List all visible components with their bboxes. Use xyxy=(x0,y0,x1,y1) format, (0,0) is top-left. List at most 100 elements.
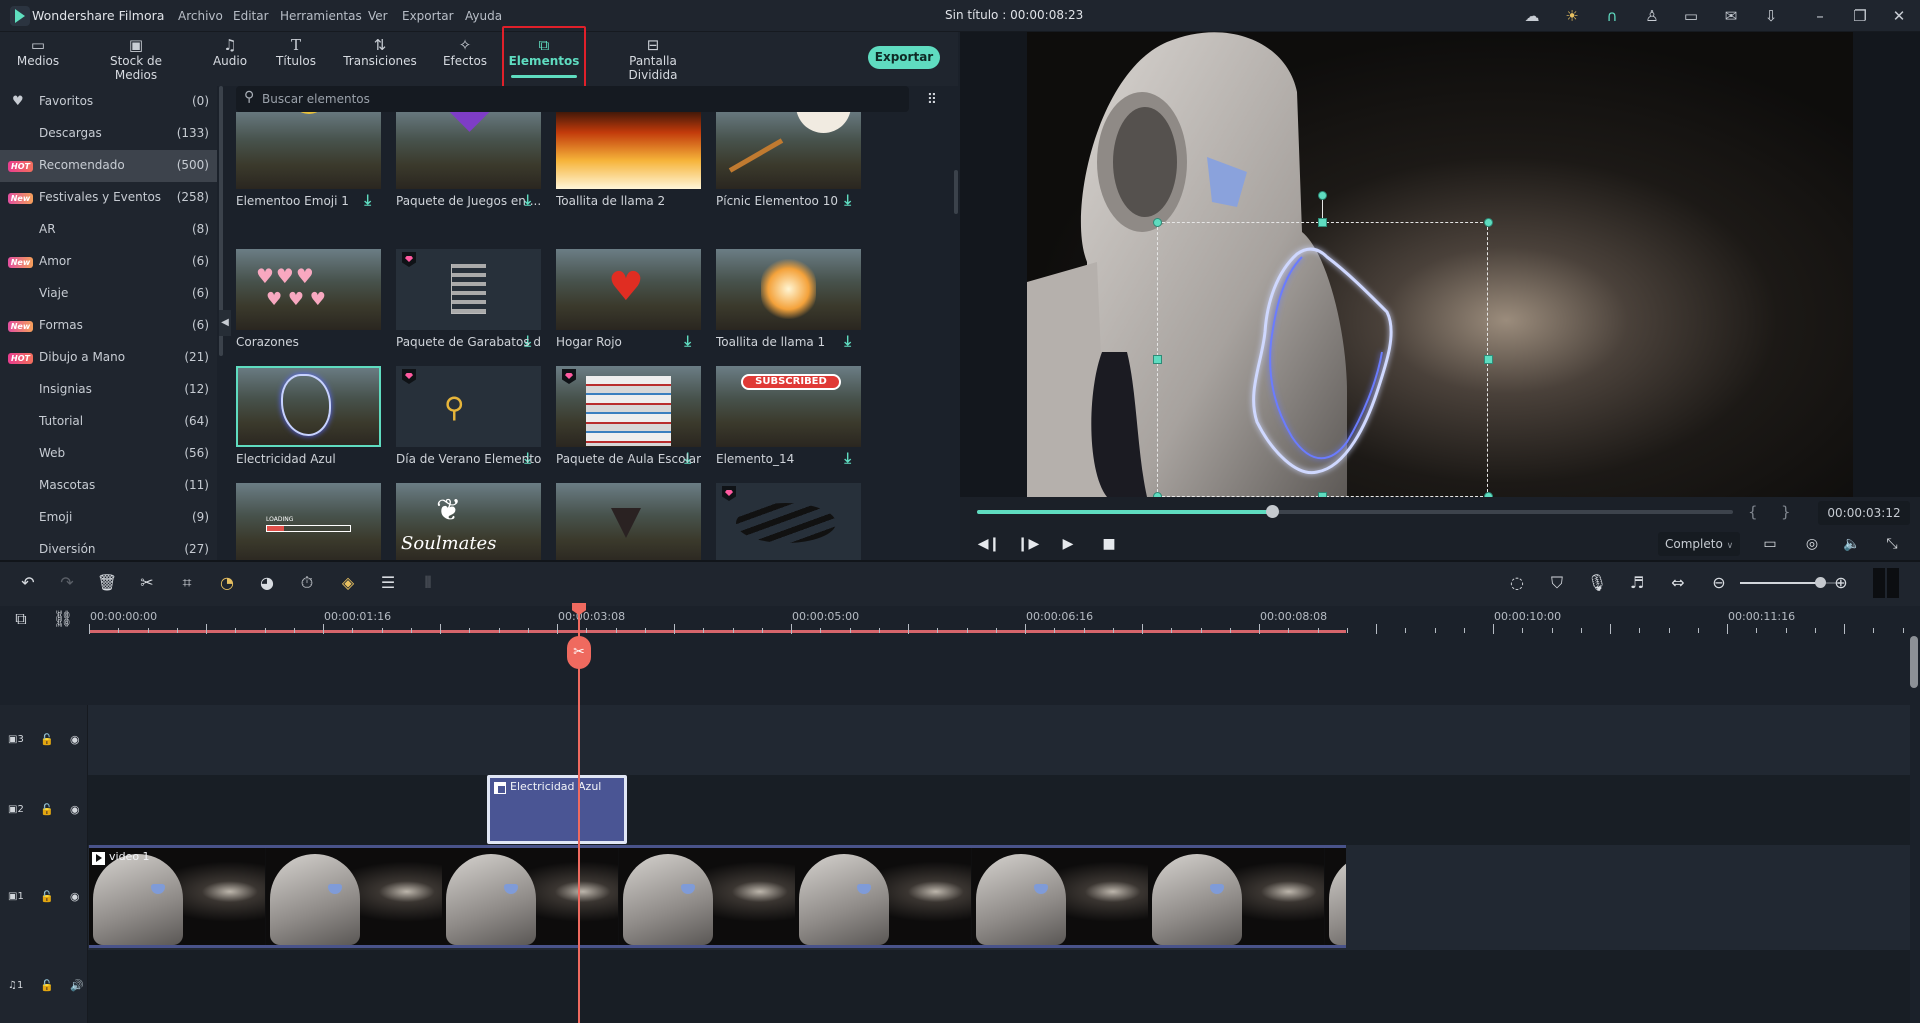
export-button[interactable]: Exportar xyxy=(868,46,940,69)
cloud-icon[interactable]: ☁ xyxy=(1521,6,1543,26)
lightbulb-icon[interactable]: ☀ xyxy=(1561,6,1583,26)
tab-audio[interactable]: ♫ Audio xyxy=(206,32,254,86)
snapshot-icon[interactable]: ◎ xyxy=(1800,532,1824,556)
collapse-sidebar-button[interactable]: ◀ xyxy=(219,310,231,336)
stop-button[interactable]: ■ xyxy=(1097,534,1121,554)
lock-icon[interactable]: 🔓 xyxy=(40,733,54,746)
sidebar-item-festivales-y-eventos[interactable]: New Festivales y Eventos (258) xyxy=(0,182,217,214)
preview-progress-knob[interactable] xyxy=(1265,505,1279,518)
resize-handle-top-left[interactable] xyxy=(1153,218,1162,227)
element-card[interactable]: Electricidad Azul xyxy=(236,366,381,473)
sidebar-item-web[interactable]: Web (56) xyxy=(0,438,217,470)
quality-dropdown[interactable]: Completo ∨ xyxy=(1658,532,1740,556)
menu-exportar[interactable]: Exportar xyxy=(402,9,454,23)
delete-icon[interactable]: 🗑 xyxy=(94,570,120,596)
element-card[interactable]: Toallita de llama 2 xyxy=(556,112,701,215)
sidebar-item-formas[interactable]: New Formas (6) xyxy=(0,310,217,342)
element-card[interactable]: ⤓ Paquete de Juegos en ... xyxy=(396,112,541,215)
element-clip-electricidad-azul[interactable]: Electricidad Azul xyxy=(487,775,627,844)
sidebar-item-favoritos[interactable]: ♥ Favoritos (0) xyxy=(0,86,217,118)
menu-herramientas[interactable]: Herramientas xyxy=(280,9,362,23)
redo-icon[interactable]: ↷ xyxy=(54,570,80,596)
microphone-icon[interactable]: 🎙 xyxy=(1584,570,1610,596)
color-palette-icon[interactable]: ◕ xyxy=(254,570,280,596)
speed-icon[interactable]: ◔ xyxy=(214,570,240,596)
search-bar[interactable]: ⚲ xyxy=(236,86,909,112)
eye-icon[interactable]: ◉ xyxy=(70,733,80,746)
element-card[interactable]: ⤓ Pícnic Elementoo 10 xyxy=(716,112,861,215)
tab-efectos[interactable]: ✧ Efectos xyxy=(440,32,490,86)
add-track-icon[interactable]: ⧉ xyxy=(8,606,34,632)
zoom-in-icon[interactable]: ⊕ xyxy=(1828,570,1854,596)
mark-in-button[interactable]: { xyxy=(1748,503,1758,521)
video-clip-video-1[interactable]: video 1 xyxy=(89,845,1346,948)
save-icon[interactable]: ▭ xyxy=(1680,6,1702,26)
lock-icon[interactable]: 🔓 xyxy=(40,890,54,903)
sidebar-item-tutorial[interactable]: Tutorial (64) xyxy=(0,406,217,438)
volume-icon[interactable]: 🔈 xyxy=(1840,532,1864,556)
sidebar-item-dibujo-a-mano[interactable]: HOT Dibujo a Mano (21) xyxy=(0,342,217,374)
tab-medios[interactable]: ▭ Medios xyxy=(12,32,64,86)
previous-frame-button[interactable]: ◀❙ xyxy=(977,534,1001,554)
mark-out-button[interactable]: } xyxy=(1781,503,1791,521)
element-card[interactable]: ⤓ Paquete de Garabatos d... xyxy=(396,249,541,356)
speaker-icon[interactable]: 🔊 xyxy=(70,979,84,992)
element-selection-box[interactable] xyxy=(1157,222,1488,497)
minimize-icon[interactable]: – xyxy=(1809,6,1831,26)
mail-icon[interactable]: ✉ xyxy=(1720,6,1742,26)
next-frame-button[interactable]: ❙▶ xyxy=(1016,534,1040,554)
tab-pantalla-dividida[interactable]: ⊟ Pantalla Dividida xyxy=(605,32,701,86)
cut-icon[interactable]: ✂ xyxy=(134,570,160,596)
tab-stock-de-medios[interactable]: ▣ Stock de Medios xyxy=(88,32,184,86)
restore-icon[interactable]: ❐ xyxy=(1849,6,1871,26)
search-input[interactable] xyxy=(262,90,862,108)
duration-timer-icon[interactable]: ⏱ xyxy=(294,570,320,596)
panel-layout-toggle[interactable] xyxy=(1873,568,1901,598)
sidebar-item-ar[interactable]: AR (8) xyxy=(0,214,217,246)
tab-transiciones[interactable]: ⇅ Transiciones xyxy=(342,32,418,86)
menu-ver[interactable]: Ver xyxy=(368,9,388,23)
element-card[interactable]: ⚲ ⤓ Día de Verano Elemento... xyxy=(396,366,541,473)
grid-scrollbar[interactable] xyxy=(954,170,958,214)
menu-archivo[interactable]: Archivo xyxy=(178,9,223,23)
lock-icon[interactable]: 🔓 xyxy=(40,979,54,992)
audio-mixer-icon[interactable]: ♬ xyxy=(1624,570,1650,596)
sidebar-item-amor[interactable]: New Amor (6) xyxy=(0,246,217,278)
sidebar-item-viaje[interactable]: Viaje (6) xyxy=(0,278,217,310)
sidebar-item-recomendado[interactable]: HOT Recomendado (500) xyxy=(0,150,217,182)
user-icon[interactable]: ♙ xyxy=(1641,6,1663,26)
resize-handle-right[interactable] xyxy=(1484,355,1493,364)
undo-icon[interactable]: ↶ xyxy=(15,570,41,596)
grid-view-icon[interactable]: ⠿ xyxy=(921,89,943,111)
tab-titulos[interactable]: T Títulos xyxy=(272,32,320,86)
download-icon[interactable]: ⇩ xyxy=(1760,6,1782,26)
resize-handle-top-right[interactable] xyxy=(1484,218,1493,227)
close-icon[interactable]: ✕ xyxy=(1888,6,1910,26)
marker-icon[interactable]: ⛉ xyxy=(1544,570,1570,596)
resize-handle-left[interactable] xyxy=(1153,355,1162,364)
sidebar-item-descargas[interactable]: Descargas (133) xyxy=(0,118,217,150)
fit-timeline-icon[interactable]: ⇔ xyxy=(1665,570,1691,596)
element-card[interactable]: ⤓ Elementoo Emoji 1 xyxy=(236,112,381,215)
sidebar-item-emoji[interactable]: Emoji (9) xyxy=(0,502,217,534)
timeline-zoom-knob[interactable] xyxy=(1815,577,1826,588)
element-card[interactable]: ⤓ Toallita de llama 1 xyxy=(716,249,861,356)
rotate-handle[interactable] xyxy=(1318,191,1327,200)
sidebar-item-mascotas[interactable]: Mascotas (11) xyxy=(0,470,217,502)
menu-ayuda[interactable]: Ayuda xyxy=(465,9,502,23)
eye-icon[interactable]: ◉ xyxy=(70,890,80,903)
play-button[interactable]: ▶ xyxy=(1056,534,1080,554)
element-card[interactable]: ♥♥♥ ♥ ♥ ♥ Corazones xyxy=(236,249,381,356)
eye-icon[interactable]: ◉ xyxy=(70,803,80,816)
sidebar-item-insignias[interactable]: Insignias (12) xyxy=(0,374,217,406)
display-settings-icon[interactable]: ▭ xyxy=(1758,532,1782,556)
lock-icon[interactable]: 🔓 xyxy=(40,803,54,816)
element-card[interactable]: SUBSCRIBED ⤓ Elemento_14 xyxy=(716,366,861,473)
menu-editar[interactable]: Editar xyxy=(233,9,269,23)
element-card[interactable]: ♥ ⤓ Hogar Rojo xyxy=(556,249,701,356)
resize-handle-top[interactable] xyxy=(1318,218,1327,227)
split-at-playhead-button[interactable]: ✂ xyxy=(567,636,591,669)
headset-icon[interactable]: ∩ xyxy=(1601,6,1623,26)
adjust-icon[interactable]: ☰ xyxy=(375,570,401,596)
crop-icon[interactable]: ⌗ xyxy=(174,570,200,596)
